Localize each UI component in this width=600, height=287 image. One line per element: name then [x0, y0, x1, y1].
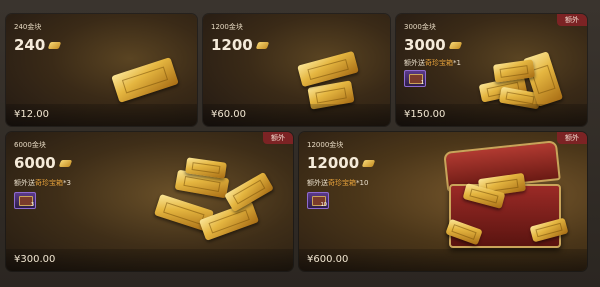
package-title: 12000金块 [307, 141, 344, 149]
treasure-chest-icon[interactable]: 1 [404, 70, 426, 87]
amount-value: 1200 [211, 36, 253, 54]
chest-count: 3 [30, 202, 34, 208]
package-card-1200[interactable]: 1200金块 1200 ¥60.00 [203, 14, 390, 126]
chest-count: 1 [420, 80, 424, 86]
bonus-text: 额外送奇珍宝箱*1 [404, 58, 461, 68]
extra-badge: 额外 [557, 14, 587, 26]
amount-value: 6000 [14, 154, 56, 172]
gold-ingot-icon [255, 41, 270, 49]
extra-badge: 额外 [557, 132, 587, 144]
chest-count: 10 [320, 202, 327, 208]
package-amount: 1200 [211, 36, 270, 54]
package-amount: 240 [14, 36, 62, 54]
bonus-qty: *1 [453, 59, 461, 67]
package-amount: 12000 [307, 154, 376, 172]
package-card-6000[interactable]: 额外 6000金块 6000 额外送奇珍宝箱*3 3 ¥300.00 [6, 132, 293, 271]
price-button[interactable]: ¥60.00 [203, 104, 390, 126]
gold-bar-image [111, 57, 179, 103]
bonus-item: 奇珍宝箱 [35, 179, 63, 187]
package-title: 240金块 [14, 23, 42, 31]
package-amount: 3000 [404, 36, 463, 54]
price-button[interactable]: ¥600.00 [299, 249, 587, 271]
package-title: 6000金块 [14, 141, 46, 149]
bonus-item: 奇珍宝箱 [425, 59, 453, 67]
package-card-3000[interactable]: 额外 3000金块 3000 额外送奇珍宝箱*1 1 ¥150.00 [396, 14, 587, 126]
price-button[interactable]: ¥150.00 [396, 104, 587, 126]
treasure-chest-icon[interactable]: 3 [14, 192, 36, 209]
extra-badge: 额外 [263, 132, 293, 144]
package-title: 1200金块 [211, 23, 243, 31]
gold-ingot-icon [48, 41, 62, 49]
treasure-chest-icon[interactable]: 10 [307, 192, 329, 209]
package-card-12000[interactable]: 额外 12000金块 12000 额外送奇珍宝箱*10 10 ¥600.00 [299, 132, 587, 271]
package-card-240[interactable]: 240金块 240 ¥12.00 [6, 14, 197, 126]
gold-ingot-icon [448, 41, 463, 49]
bonus-prefix: 额外送 [307, 179, 328, 187]
bonus-qty: *3 [63, 179, 71, 187]
package-amount: 6000 [14, 154, 73, 172]
package-title: 3000金块 [404, 23, 436, 31]
gold-ingot-icon [361, 159, 376, 167]
bonus-text: 额外送奇珍宝箱*10 [307, 178, 368, 188]
gold-ingot-icon [58, 159, 73, 167]
bonus-prefix: 额外送 [14, 179, 35, 187]
bonus-text: 额外送奇珍宝箱*3 [14, 178, 71, 188]
bonus-qty: *10 [356, 179, 369, 187]
bonus-prefix: 额外送 [404, 59, 425, 67]
bonus-item: 奇珍宝箱 [328, 179, 356, 187]
amount-value: 240 [14, 36, 46, 54]
gold-bar-image [198, 201, 260, 241]
amount-value: 12000 [307, 154, 360, 172]
amount-value: 3000 [404, 36, 446, 54]
price-button[interactable]: ¥300.00 [6, 249, 293, 271]
price-button[interactable]: ¥12.00 [6, 104, 197, 126]
